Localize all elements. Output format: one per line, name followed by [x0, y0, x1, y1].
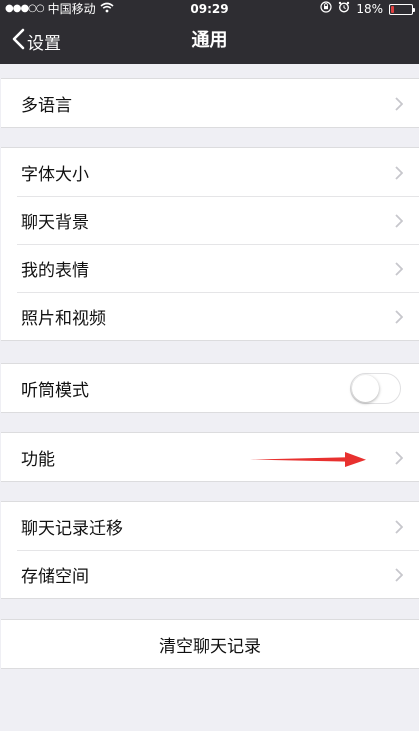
row-label: 存储空间	[21, 566, 89, 587]
row-my-stickers[interactable]: 我的表情	[1, 244, 419, 292]
row-photos-videos[interactable]: 照片和视频	[1, 292, 419, 340]
chevron-right-icon	[395, 519, 404, 538]
battery-icon	[389, 3, 415, 15]
alarm-icon	[338, 0, 350, 18]
chevron-right-icon	[395, 213, 404, 232]
row-label: 聊天背景	[21, 212, 89, 233]
group-display: 字体大小 聊天背景 我的表情 照片和视频	[1, 147, 419, 341]
row-language[interactable]: 多语言	[1, 79, 419, 127]
group-language: 多语言	[1, 78, 419, 128]
toggle-knob	[352, 375, 379, 402]
group-clear: 清空聊天记录	[1, 619, 419, 669]
row-font-size[interactable]: 字体大小	[1, 148, 419, 196]
battery-percent: 18%	[356, 2, 383, 16]
status-right: 18%	[320, 0, 415, 18]
chevron-right-icon	[395, 309, 404, 328]
row-label: 照片和视频	[21, 308, 106, 329]
red-arrow-icon	[250, 452, 370, 472]
nav-bar: 设置 通用	[0, 18, 419, 64]
group-earpiece: 听筒模式	[1, 363, 419, 413]
row-label: 多语言	[21, 95, 72, 116]
row-label: 功能	[21, 449, 55, 470]
row-label: 听筒模式	[21, 380, 89, 401]
battery-fill	[391, 5, 394, 13]
orientation-lock-icon	[320, 0, 332, 18]
group-storage: 聊天记录迁移 存储空间	[1, 501, 419, 599]
status-bar: ●●●○○ 中国移动 09:29 18%	[0, 0, 419, 18]
chevron-right-icon	[395, 261, 404, 280]
row-chat-history-migration[interactable]: 聊天记录迁移	[1, 502, 419, 550]
row-earpiece-mode: 听筒模式	[1, 364, 419, 412]
row-storage-space[interactable]: 存储空间	[1, 550, 419, 598]
row-label: 我的表情	[21, 260, 89, 281]
page-title: 通用	[191, 30, 228, 51]
battery-tip	[413, 7, 415, 12]
clear-chat-history-label: 清空聊天记录	[159, 636, 261, 657]
clear-chat-history-button[interactable]: 清空聊天记录	[1, 620, 419, 668]
chevron-right-icon	[395, 165, 404, 184]
chevron-right-icon	[395, 96, 404, 115]
chevron-right-icon	[395, 567, 404, 586]
earpiece-toggle[interactable]	[350, 373, 401, 404]
row-label: 字体大小	[21, 164, 89, 185]
row-label: 聊天记录迁移	[21, 518, 123, 539]
header-bar: ●●●○○ 中国移动 09:29 18% 设置 通用	[0, 0, 419, 64]
row-chat-background[interactable]: 聊天背景	[1, 196, 419, 244]
chevron-right-icon	[395, 450, 404, 469]
